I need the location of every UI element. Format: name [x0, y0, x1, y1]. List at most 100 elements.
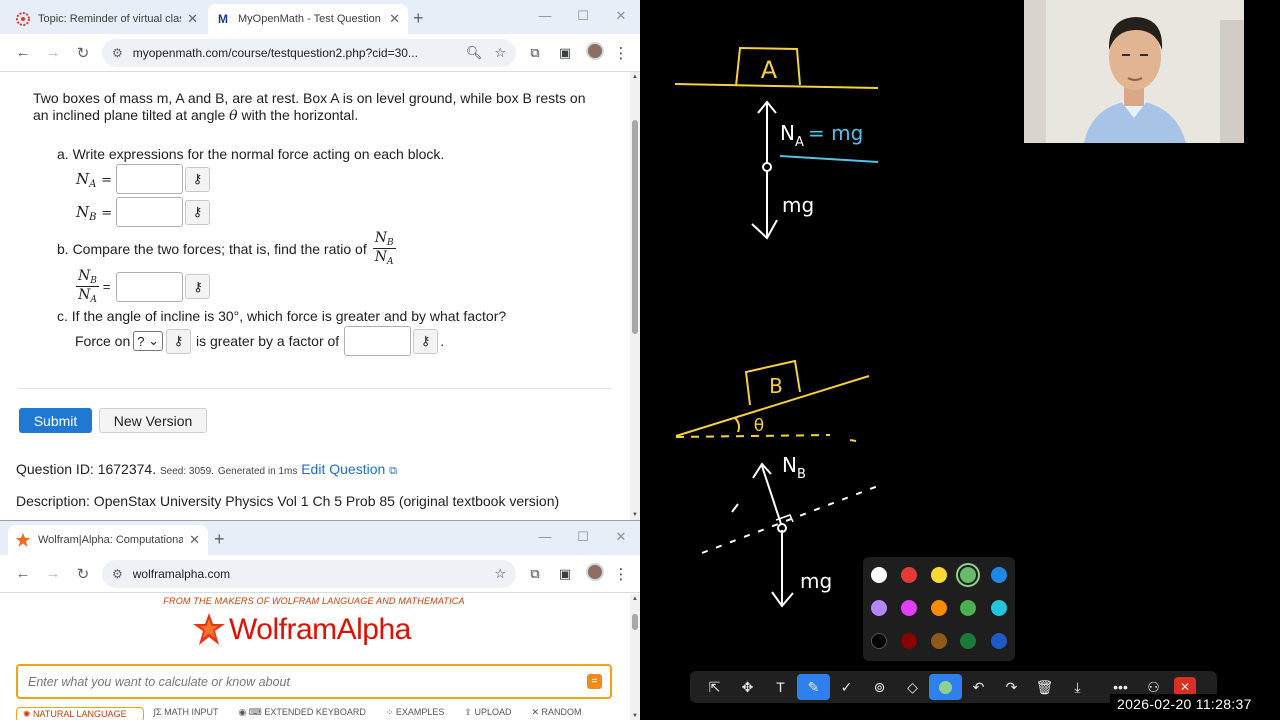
wolfram-scrollbar[interactable]: ▲ ▼: [630, 594, 640, 720]
ratio-answer-input[interactable]: [116, 271, 184, 302]
forward-icon[interactable]: →: [38, 44, 68, 61]
select-preview-key-icon[interactable]: ⚷: [166, 328, 191, 354]
minimize-icon[interactable]: —: [526, 8, 564, 24]
submit-button[interactable]: Submit: [19, 408, 92, 433]
address-bar[interactable]: ⚙ myopenmath.com/course/testquestion2.ph…: [102, 38, 516, 67]
swatch-orange[interactable]: [931, 600, 947, 616]
tab-search-icon[interactable]: ▣: [550, 566, 580, 582]
theta-symbol: θ: [229, 108, 238, 124]
examples-button[interactable]: ⁘ EXAMPLES: [386, 707, 455, 720]
swatch-green[interactable]: [960, 600, 976, 616]
maximize-icon[interactable]: ☐: [564, 8, 602, 24]
redo-icon[interactable]: ↷: [995, 674, 1028, 700]
shape-tool-icon[interactable]: ⊚: [863, 674, 896, 700]
swatch-white[interactable]: [871, 567, 887, 583]
swatch-black[interactable]: [871, 633, 887, 649]
zoom-icon[interactable]: 🔍︎: [466, 45, 483, 61]
scroll-up-icon[interactable]: ▲: [630, 596, 640, 602]
site-info-icon[interactable]: ⚙: [112, 46, 123, 60]
swatch-magenta[interactable]: [901, 600, 917, 616]
download-icon[interactable]: ⤓: [1061, 674, 1094, 700]
tab-title: MyOpenMath - Test Question: [238, 13, 381, 25]
natural-language-button[interactable]: ✺ NATURAL LANGUAGE: [16, 707, 144, 720]
back-icon[interactable]: ←: [8, 44, 38, 61]
swatch-light-green-selected[interactable]: [960, 567, 976, 583]
close-tab-icon[interactable]: ✕: [189, 532, 200, 548]
swatch-cyan[interactable]: [991, 600, 1007, 616]
maximize-icon[interactable]: ☐: [564, 529, 602, 545]
current-color-icon[interactable]: [929, 674, 962, 700]
normal-force-arrow-b: [752, 462, 783, 528]
scroll-down-icon[interactable]: ▼: [630, 713, 640, 719]
na-answer-input[interactable]: [116, 164, 183, 194]
browser-menu-icon[interactable]: ⋮: [610, 565, 632, 583]
reload-icon[interactable]: ↻: [68, 565, 98, 583]
new-tab-icon[interactable]: +: [214, 529, 225, 550]
move-icon[interactable]: ✥: [731, 674, 764, 700]
minimize-icon[interactable]: —: [526, 529, 564, 545]
swatch-blue[interactable]: [991, 567, 1007, 583]
scroll-down-icon[interactable]: ▼: [630, 512, 640, 518]
wolfram-logo[interactable]: WolframAlpha: [191, 612, 411, 648]
profile-avatar[interactable]: [580, 563, 610, 584]
nb-preview-key-icon[interactable]: ⚷: [185, 199, 210, 225]
whiteboard-canvas[interactable]: A NA = mg mg B θ NB mg ⇱ ✥ T ✎ ✓ ⊚ ◇ ↶ ↷…: [640, 0, 1280, 720]
wolfram-search-input[interactable]: Enter what you want to calculate or know…: [16, 664, 612, 699]
undo-icon[interactable]: ↶: [962, 674, 995, 700]
presenter-video: [1024, 0, 1244, 143]
divider: [18, 388, 611, 389]
swatch-royal-blue[interactable]: [991, 633, 1007, 649]
factor-answer-input[interactable]: [344, 326, 412, 356]
pen-tool-icon[interactable]: ✎: [797, 674, 830, 700]
extensions-icon[interactable]: ⧉: [520, 566, 550, 582]
profile-avatar[interactable]: [580, 42, 610, 63]
new-tab-icon[interactable]: +: [413, 8, 424, 29]
swatch-dark-green[interactable]: [960, 633, 976, 649]
tab-wolframalpha[interactable]: Wolfram|Alpha: Computational ✕: [8, 525, 208, 555]
upload-button[interactable]: ⇪ UPLOAD: [464, 707, 521, 720]
tab-myopenmath[interactable]: M MyOpenMath - Test Question ✕: [208, 4, 408, 34]
swatch-brown[interactable]: [931, 633, 947, 649]
scroll-thumb[interactable]: [632, 614, 638, 630]
extended-keyboard-button[interactable]: ◉ ⌨ EXTENDED KEYBOARD: [238, 707, 375, 720]
ratio-preview-key-icon[interactable]: ⚷: [185, 274, 211, 299]
factor-preview-key-icon[interactable]: ⚷: [413, 328, 439, 354]
new-version-button[interactable]: New Version: [99, 408, 207, 433]
question-id: Question ID: 1672374.: [16, 461, 157, 477]
eraser-icon[interactable]: ◇: [896, 674, 929, 700]
reload-icon[interactable]: ↻: [68, 44, 98, 62]
browser-menu-icon[interactable]: ⋮: [610, 44, 632, 62]
bookmark-star-icon[interactable]: ☆: [494, 566, 506, 582]
site-info-icon[interactable]: ⚙: [112, 567, 123, 581]
close-tab-icon[interactable]: ✕: [187, 11, 198, 27]
swatch-lavender[interactable]: [871, 600, 887, 616]
random-button[interactable]: ✕ RANDOM: [531, 707, 591, 720]
check-icon[interactable]: ✓: [830, 674, 863, 700]
bookmark-star-icon[interactable]: ☆: [494, 45, 506, 61]
nb-answer-input[interactable]: [116, 197, 183, 227]
back-icon[interactable]: ←: [8, 565, 38, 582]
swatch-dark-red[interactable]: [901, 633, 917, 649]
close-window-icon[interactable]: ✕: [602, 8, 640, 24]
force-select[interactable]: ? ⌄: [133, 331, 163, 351]
text-tool-icon[interactable]: T: [764, 674, 797, 700]
edit-question-link[interactable]: Edit Question: [301, 461, 385, 477]
scroll-up-icon[interactable]: ▲: [630, 74, 640, 80]
swatch-red[interactable]: [901, 567, 917, 583]
math-input-button[interactable]: ∫Σ MATH INPUT: [154, 707, 229, 720]
tab-search-icon[interactable]: ▣: [550, 45, 580, 61]
close-tab-icon[interactable]: ✕: [389, 11, 400, 27]
extensions-icon[interactable]: ⧉: [520, 45, 550, 61]
tab-topic-reminder[interactable]: Topic: Reminder of virtual class ✕: [8, 4, 206, 34]
select-pointer-icon[interactable]: ⇱: [698, 674, 731, 700]
content-scrollbar[interactable]: ▲ ▼: [630, 72, 640, 520]
tab-title: Topic: Reminder of virtual class: [38, 13, 182, 25]
swatch-yellow[interactable]: [931, 567, 947, 583]
close-window-icon[interactable]: ✕: [602, 529, 640, 545]
forward-icon[interactable]: →: [38, 565, 68, 582]
na-preview-key-icon[interactable]: ⚷: [185, 166, 210, 192]
address-bar[interactable]: ⚙ wolframalpha.com ☆: [102, 559, 516, 588]
scroll-thumb[interactable]: [632, 120, 638, 334]
compute-icon[interactable]: =: [587, 674, 602, 689]
delete-icon[interactable]: 🗑︎: [1028, 674, 1061, 700]
